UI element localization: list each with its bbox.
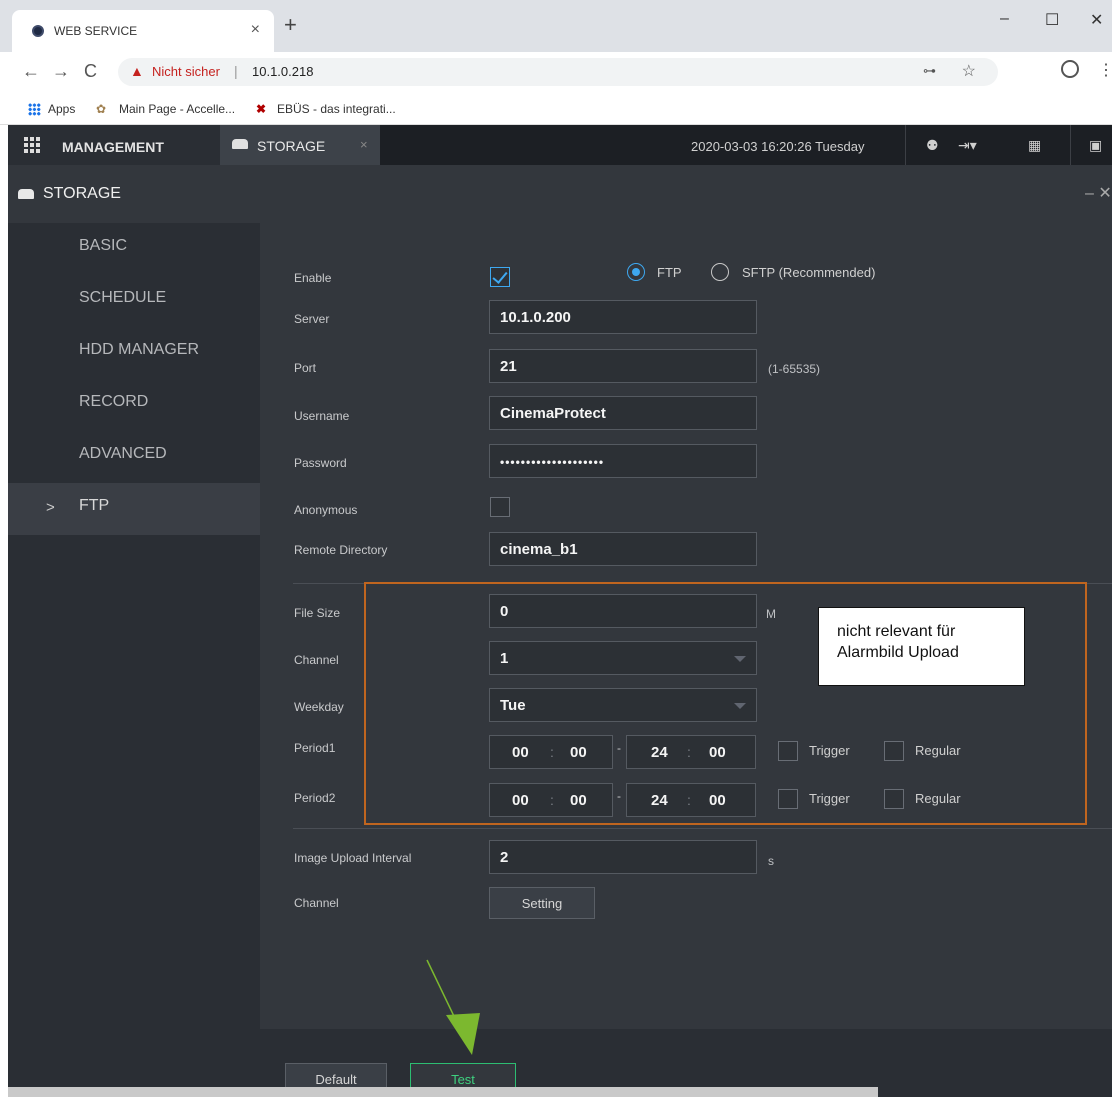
password-input[interactable]: •••••••••••••••••••• <box>489 444 757 478</box>
sidebar-item-ftp[interactable]: > FTP <box>8 483 260 535</box>
bookmarks-bar: Apps ✿ Main Page - Accelle... ✖ EBÜS - d… <box>0 94 1112 125</box>
sidebar-item-schedule[interactable]: SCHEDULE <box>8 275 260 327</box>
browser-tab-bar: WEB SERVICE × + – ☐ ✕ <box>0 0 1112 52</box>
annotation-arrow-icon <box>426 959 480 1055</box>
url-text[interactable]: 10.1.0.218 <box>252 64 313 79</box>
file-size-label: File Size <box>294 606 341 620</box>
bookmark-apps[interactable]: Apps <box>48 102 75 116</box>
callout-line: Alarmbild Upload <box>837 644 959 661</box>
upload-interval-unit: s <box>768 854 774 868</box>
sidebar-item-label: RECORD <box>79 393 149 410</box>
enable-label: Enable <box>294 271 332 285</box>
browser-menu-icon[interactable]: ⋮ <box>1098 60 1112 80</box>
sidebar-item-label: FTP <box>79 497 110 514</box>
username-label: Username <box>294 409 350 423</box>
back-arrow-icon[interactable]: ← <box>22 61 40 82</box>
minimize-window-button[interactable]: – <box>1000 10 1009 28</box>
security-warning-text[interactable]: Nicht sicher <box>152 64 220 79</box>
username-input[interactable]: CinemaProtect <box>489 396 757 430</box>
panel-title: STORAGE <box>43 185 121 202</box>
storage-drive-icon <box>18 189 34 199</box>
horizontal-scrollbar[interactable] <box>8 1087 878 1097</box>
apps-grid-icon[interactable] <box>28 103 41 116</box>
storage-tab[interactable]: STORAGE × <box>220 125 380 165</box>
anonymous-label: Anonymous <box>294 503 358 517</box>
logout-icon[interactable]: ⇥▾ <box>958 137 977 154</box>
bookmark-star-icon[interactable]: ☆ <box>962 61 976 81</box>
qr-code-icon[interactable]: ▦ <box>1028 137 1041 154</box>
sidebar-item-advanced[interactable]: ADVANCED <box>8 431 260 483</box>
password-label: Password <box>294 456 347 470</box>
server-input[interactable]: 10.1.0.200 <box>489 300 757 334</box>
browser-tab[interactable]: WEB SERVICE × <box>12 10 274 52</box>
channel-setting-label: Channel <box>294 896 339 910</box>
sidebar-item-label: ADVANCED <box>79 445 167 462</box>
sidebar-item-label: BASIC <box>79 237 128 254</box>
period1-label: Period1 <box>294 741 336 755</box>
sftp-radio-label: SFTP (Recommended) <box>742 265 876 280</box>
enable-checkbox[interactable] <box>490 267 510 287</box>
port-input[interactable]: 21 <box>489 349 757 383</box>
header-divider <box>905 125 906 165</box>
sidebar-item-basic[interactable]: BASIC <box>8 223 260 275</box>
server-label: Server <box>294 312 330 326</box>
header-datetime: 2020-03-03 16:20:26 Tuesday <box>691 139 865 154</box>
sidebar-item-record[interactable]: RECORD <box>8 379 260 431</box>
port-label: Port <box>294 361 317 375</box>
app-header: MANAGEMENT STORAGE × 2020-03-03 16:20:26… <box>8 125 1112 165</box>
tab-title: WEB SERVICE <box>54 24 138 38</box>
channel-setting-button[interactable]: Setting <box>489 887 595 919</box>
header-divider <box>1070 125 1071 165</box>
panel-window-controls[interactable]: – ✕ <box>1085 183 1112 203</box>
storage-tab-close-icon[interactable]: × <box>360 137 368 152</box>
address-bar-row: ← → C ▲ Nicht sicher | 10.1.0.218 ⊶ ☆ ⋮ <box>0 52 1112 94</box>
chevron-right-icon: > <box>46 499 55 516</box>
forward-arrow-icon[interactable]: → <box>52 61 70 82</box>
management-label: MANAGEMENT <box>62 139 164 155</box>
storage-sidebar: BASIC SCHEDULE HDD MANAGER RECORD ADVANC… <box>8 223 260 1097</box>
omnibox[interactable]: ▲ Nicht sicher | 10.1.0.218 ⊶ ☆ <box>118 58 998 86</box>
sftp-radio[interactable] <box>711 263 729 281</box>
new-tab-button[interactable]: + <box>284 14 297 36</box>
site-favicon-icon <box>32 25 44 37</box>
profile-icon[interactable] <box>1061 60 1079 78</box>
sidebar-item-label: HDD MANAGER <box>79 341 200 358</box>
sidebar-item-label: SCHEDULE <box>79 289 167 306</box>
weekday-label: Weekday <box>294 700 344 714</box>
omnibox-separator: | <box>234 63 238 79</box>
sidebar-item-hdd-manager[interactable]: HDD MANAGER <box>8 327 260 379</box>
upload-interval-label: Image Upload Interval <box>294 851 412 865</box>
remote-directory-input[interactable]: cinema_b1 <box>489 532 757 566</box>
wikimedia-icon: ✿ <box>96 102 107 116</box>
warning-triangle-icon: ▲ <box>130 63 144 79</box>
remote-directory-label: Remote Directory <box>294 543 388 557</box>
annotation-callout: nicht relevant für Alarmbild Upload <box>818 607 1025 686</box>
callout-line: nicht relevant für <box>837 623 956 640</box>
ftp-radio[interactable] <box>627 263 645 281</box>
management-tab[interactable]: MANAGEMENT <box>8 125 220 165</box>
key-icon[interactable]: ⊶ <box>923 63 936 79</box>
grid-menu-icon <box>24 137 40 153</box>
maximize-window-button[interactable]: ☐ <box>1045 10 1059 30</box>
bookmark-ebus[interactable]: EBÜS - das integrati... <box>277 102 396 116</box>
period2-label: Period2 <box>294 791 336 805</box>
ebus-icon: ✖ <box>256 102 267 116</box>
storage-tab-label: STORAGE <box>257 138 326 154</box>
upload-interval-input[interactable]: 2 <box>489 840 757 874</box>
anonymous-checkbox[interactable] <box>490 497 510 517</box>
bookmark-main-page[interactable]: Main Page - Accelle... <box>119 102 235 116</box>
ftp-radio-label: FTP <box>657 265 682 280</box>
tab-close-icon[interactable]: × <box>251 21 260 39</box>
channel-label: Channel <box>294 653 339 667</box>
port-range-hint: (1-65535) <box>768 362 821 376</box>
storage-drive-icon <box>232 139 248 149</box>
monitor-icon[interactable]: ▣ <box>1089 137 1102 154</box>
section-divider <box>293 828 1112 829</box>
user-icon[interactable]: ⚉ <box>926 137 939 154</box>
reload-icon[interactable]: C <box>84 61 97 82</box>
close-window-button[interactable]: ✕ <box>1090 10 1103 30</box>
storage-panel-titlebar: STORAGE – ✕ <box>8 165 1112 223</box>
